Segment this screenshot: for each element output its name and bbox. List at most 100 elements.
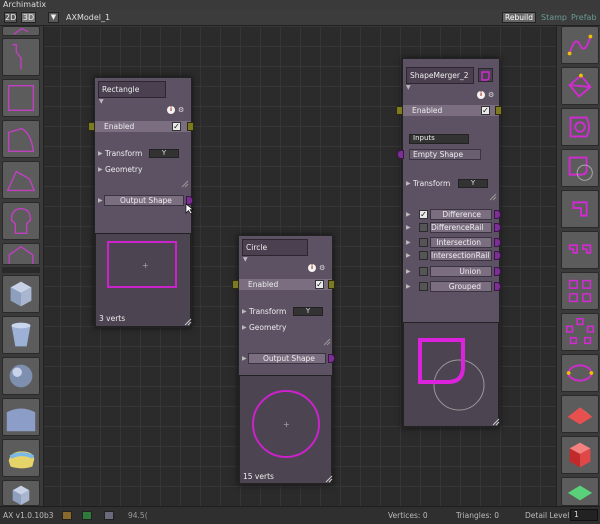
resize-grip-icon[interactable] xyxy=(184,318,192,326)
rounded-shape-tool-icon[interactable] xyxy=(2,120,40,158)
enabled-checkbox[interactable]: ✓ xyxy=(172,122,181,131)
house-tool-icon[interactable] xyxy=(2,243,40,265)
output-shape-row[interactable]: ▶ Output Shape xyxy=(95,195,193,206)
resize-grip-icon[interactable] xyxy=(489,193,497,201)
output-differencerail-row[interactable]: ▶ DifferenceRail xyxy=(403,222,501,233)
enabled-checkbox[interactable]: ✓ xyxy=(481,106,490,115)
detail-level-input[interactable]: 1 xyxy=(570,509,598,521)
rebuild-button[interactable]: Rebuild xyxy=(502,12,536,23)
difference-checkbox[interactable]: ✓ xyxy=(419,210,428,219)
model-dropdown[interactable]: ▼ xyxy=(48,12,59,23)
loop-path-tool-icon[interactable] xyxy=(561,354,599,392)
difference-plug[interactable] xyxy=(494,210,501,219)
node-menu-icon[interactable]: ⚙ xyxy=(488,91,494,99)
node-menu-icon[interactable]: ⚙ xyxy=(178,106,184,114)
output-shape-plug[interactable] xyxy=(328,354,335,363)
transform-row[interactable]: ▶ Transform Y xyxy=(239,306,332,317)
enabled-input-plug[interactable] xyxy=(88,122,95,131)
library-icon[interactable] xyxy=(62,511,72,520)
empty-shape-slot[interactable]: Empty Shape xyxy=(409,149,481,160)
intersection-checkbox[interactable] xyxy=(419,238,428,247)
grid-shapes-tool-icon[interactable] xyxy=(561,272,599,310)
stamp-button[interactable]: Stamp xyxy=(541,13,567,22)
green-plane-tool-icon[interactable] xyxy=(561,477,599,506)
collapse-arrow-icon[interactable]: ▼ xyxy=(406,84,411,91)
enabled-checkbox[interactable]: ✓ xyxy=(315,280,324,289)
empty-shape-input-plug[interactable] xyxy=(397,150,404,159)
resize-grip-icon[interactable] xyxy=(323,338,331,346)
info-icon[interactable]: i xyxy=(477,91,485,99)
soap-shape-tool-icon[interactable] xyxy=(2,439,40,477)
sphere-tool-icon[interactable] xyxy=(2,357,40,395)
red-cube-tool-icon[interactable] xyxy=(561,436,599,474)
transform-axis-select[interactable]: Y xyxy=(293,307,323,316)
output-union-row[interactable]: ▶ Union xyxy=(403,266,501,277)
transform-axis-select[interactable]: Y xyxy=(458,179,488,188)
corner-shape-tool-icon[interactable] xyxy=(561,190,599,228)
intersectionrail-checkbox[interactable] xyxy=(419,251,428,260)
intersectionrail-plug[interactable] xyxy=(494,251,501,260)
resize-grip-icon[interactable] xyxy=(181,180,189,188)
ring-array-tool-icon[interactable] xyxy=(561,313,599,351)
inputs-dropdown[interactable]: Inputs xyxy=(409,134,469,144)
enabled-input-plug[interactable] xyxy=(396,106,403,115)
output-difference-row[interactable]: ▶ ✓ Difference xyxy=(403,209,501,220)
vertex-count: 15 verts xyxy=(243,472,274,481)
grid-icon[interactable] xyxy=(82,511,92,520)
arch-tool-icon[interactable] xyxy=(2,202,40,240)
path-tool-icon[interactable] xyxy=(2,26,40,36)
circle-node[interactable]: Circle ▼ i ⚙ Enabled ✓ ▶ Transform Y ▶ G… xyxy=(232,235,335,485)
info-icon[interactable]: i xyxy=(308,264,316,272)
geometry-row[interactable]: ▶ Geometry xyxy=(239,322,332,333)
transform-row[interactable]: ▶ Transform Y xyxy=(95,148,191,159)
collapse-arrow-icon[interactable]: ▼ xyxy=(243,256,248,263)
output-intersectionrail-row[interactable]: ▶ IntersectionRail xyxy=(403,250,501,261)
node-title[interactable]: Circle xyxy=(242,239,308,256)
network-tool-icon[interactable] xyxy=(561,67,599,105)
rectangle-node[interactable]: Rectangle ▼ i ⚙ Enabled ✓ ▶ Transform Y … xyxy=(88,77,194,328)
settings-icon[interactable] xyxy=(104,511,114,520)
shape-merger-node[interactable]: ShapeMerger_2 ▼ i ⚙ Enabled ✓ Inputs Emp… xyxy=(396,58,502,428)
curved-panel-tool-icon[interactable] xyxy=(2,398,40,436)
node-menu-icon[interactable]: ⚙ xyxy=(319,264,325,272)
union-plug[interactable] xyxy=(494,267,501,276)
rectangle-tool-icon[interactable] xyxy=(2,79,40,117)
differencerail-plug[interactable] xyxy=(494,223,501,232)
enabled-output-plug[interactable] xyxy=(187,122,194,131)
intersection-plug[interactable] xyxy=(494,238,501,247)
collapse-arrow-icon[interactable]: ▼ xyxy=(99,98,104,105)
info-icon[interactable]: i xyxy=(167,106,175,114)
grouped-checkbox[interactable] xyxy=(419,282,428,291)
transform-axis-select[interactable]: Y xyxy=(149,149,179,158)
enabled-output-plug[interactable] xyxy=(328,280,335,289)
pair-shape-tool-icon[interactable] xyxy=(561,231,599,269)
cup-tool-icon[interactable] xyxy=(2,316,40,354)
polyline-tool-icon[interactable] xyxy=(2,38,40,76)
polygon-tool-icon[interactable] xyxy=(2,161,40,199)
2d-button[interactable]: 2D xyxy=(4,12,17,23)
node-title[interactable]: Rectangle xyxy=(98,81,166,98)
transform-row[interactable]: ▶ Transform Y xyxy=(403,178,499,189)
output-intersection-row[interactable]: ▶ Intersection xyxy=(403,237,501,248)
enabled-output-plug[interactable] xyxy=(495,106,502,115)
enabled-input-plug[interactable] xyxy=(232,280,239,289)
shape-merger-tool-icon[interactable] xyxy=(561,149,599,187)
red-plane-tool-icon[interactable] xyxy=(561,395,599,433)
differencerail-checkbox[interactable] xyxy=(419,223,428,232)
grouped-plug[interactable] xyxy=(494,282,501,291)
3d-button[interactable]: 3D xyxy=(21,12,36,23)
svg-text:+: + xyxy=(283,420,290,429)
spline-tool-icon[interactable] xyxy=(561,26,599,64)
resize-grip-icon[interactable] xyxy=(325,475,333,483)
geometry-row[interactable]: ▶ Geometry xyxy=(95,164,191,175)
node-title[interactable]: ShapeMerger_2 xyxy=(406,67,474,84)
offset-tool-icon[interactable] xyxy=(561,108,599,146)
status-bar: AX v1.0.10b3 94.5( Vertices: 0 Triangles… xyxy=(0,506,600,524)
output-grouped-row[interactable]: ▶ Grouped xyxy=(403,281,501,292)
output-shape-row[interactable]: ▶ Output Shape xyxy=(239,353,335,364)
cube-tool-icon[interactable] xyxy=(2,275,40,313)
prefab-button[interactable]: Prefab xyxy=(571,13,597,22)
box-stack-tool-icon[interactable] xyxy=(2,480,40,506)
resize-grip-icon[interactable] xyxy=(492,418,500,426)
union-checkbox[interactable] xyxy=(419,267,428,276)
